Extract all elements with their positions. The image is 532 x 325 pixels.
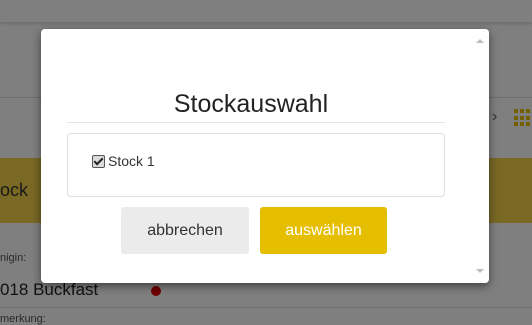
scroll-down-arrow-icon[interactable]	[476, 269, 484, 273]
stock-select-dialog: Stockauswahl Stock 1 abbrechen auswählen	[41, 29, 489, 283]
stock-checkbox[interactable]	[92, 154, 105, 168]
cancel-button[interactable]: abbrechen	[121, 207, 249, 254]
title-divider	[67, 122, 445, 123]
stock-option-label: Stock 1	[108, 153, 155, 169]
scroll-up-arrow-icon[interactable]	[476, 39, 484, 43]
stock-option[interactable]: Stock 1	[92, 153, 155, 169]
dialog-title: Stockauswahl	[173, 90, 329, 118]
select-button[interactable]: auswählen	[260, 207, 387, 254]
dialog-scrollbar[interactable]	[471, 29, 489, 283]
stock-list: Stock 1	[67, 133, 445, 197]
